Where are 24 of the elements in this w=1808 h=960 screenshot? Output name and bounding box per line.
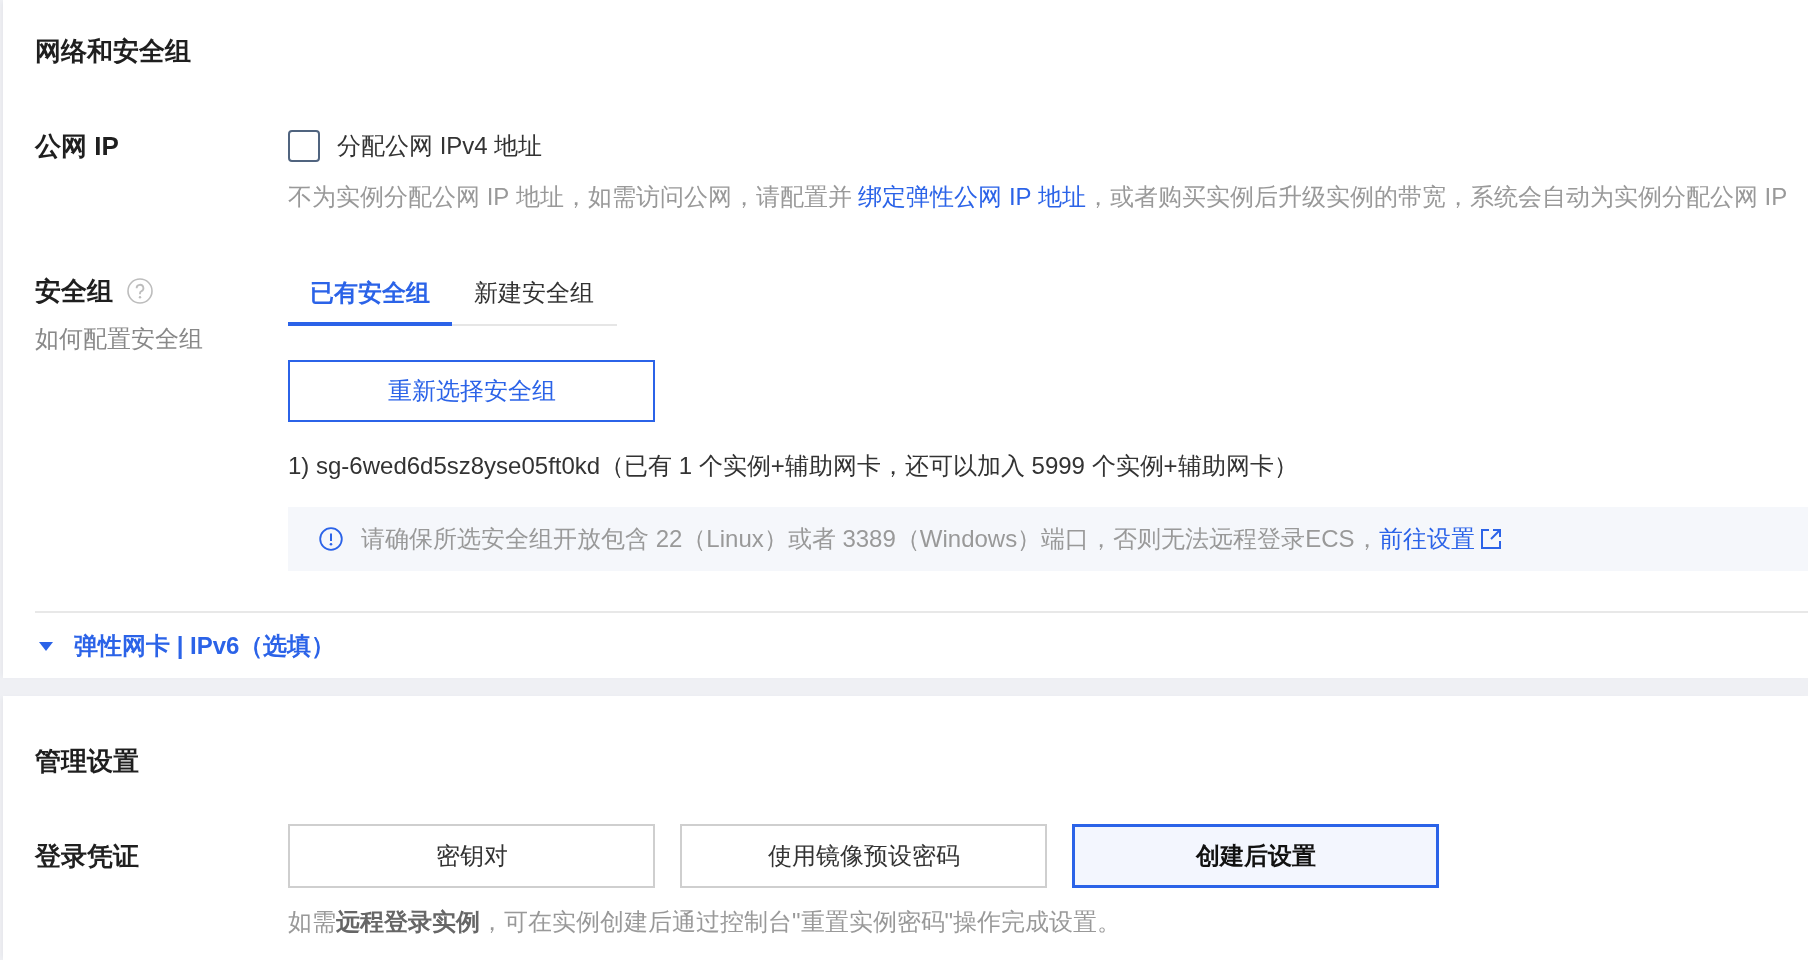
notice-text: 请确保所选安全组开放包含 22（Linux）或者 3389（Windows）端口，否则无法远程登录ECS，前往设置 <box>361 524 1475 554</box>
option-button[interactable]: 密钥对 <box>288 824 655 888</box>
expand-toggle[interactable]: 弹性网卡 | IPv6（选填） <box>35 631 336 661</box>
info-icon <box>319 527 343 551</box>
field-label: 登录凭证 <box>35 840 140 873</box>
external-link-icon[interactable] <box>1480 529 1501 549</box>
checkbox[interactable] <box>288 130 320 162</box>
help-link[interactable]: 如何配置安全组 <box>35 324 203 354</box>
field-label: 公网 IP <box>35 130 120 163</box>
option-button[interactable]: 创建后设置 <box>1072 824 1439 888</box>
tab[interactable]: 新建安全组 <box>452 276 616 326</box>
option-button[interactable]: 使用镜像预设密码 <box>680 824 1047 888</box>
tab[interactable]: 已有安全组 <box>288 276 452 326</box>
checkbox-label[interactable]: 分配公网 IPv4 地址 <box>337 130 543 162</box>
security-group-entry: 1) sg-6wed6d5sz8yse05ft0kd（已有 1 个实例+辅助网卡，还可以加入 5999 个实例+辅助网卡） <box>288 451 1299 481</box>
field-label: 安全组 <box>35 276 113 306</box>
hint-text: 不为实例分配公网 IP 地址，如需访问公网，请配置并 绑定弹性公网 IP 地址，或者购买实例后升级实例的带宽，系统会自动为实例分配公网 IP <box>288 182 1789 212</box>
settings-link[interactable]: 前往设置 <box>1378 525 1475 552</box>
reselect-button[interactable]: 重新选择安全组 <box>288 360 655 422</box>
section-title: 管理设置 <box>35 746 140 776</box>
caret-down-icon <box>39 641 53 651</box>
link[interactable]: 绑定弹性公网 IP 地址 <box>858 183 1086 210</box>
section-title: 网络和安全组 <box>35 36 192 66</box>
hint-text: 如需远程登录实例，可在实例创建后通过控制台"重置实例密码"操作完成设置。 <box>288 907 1123 937</box>
